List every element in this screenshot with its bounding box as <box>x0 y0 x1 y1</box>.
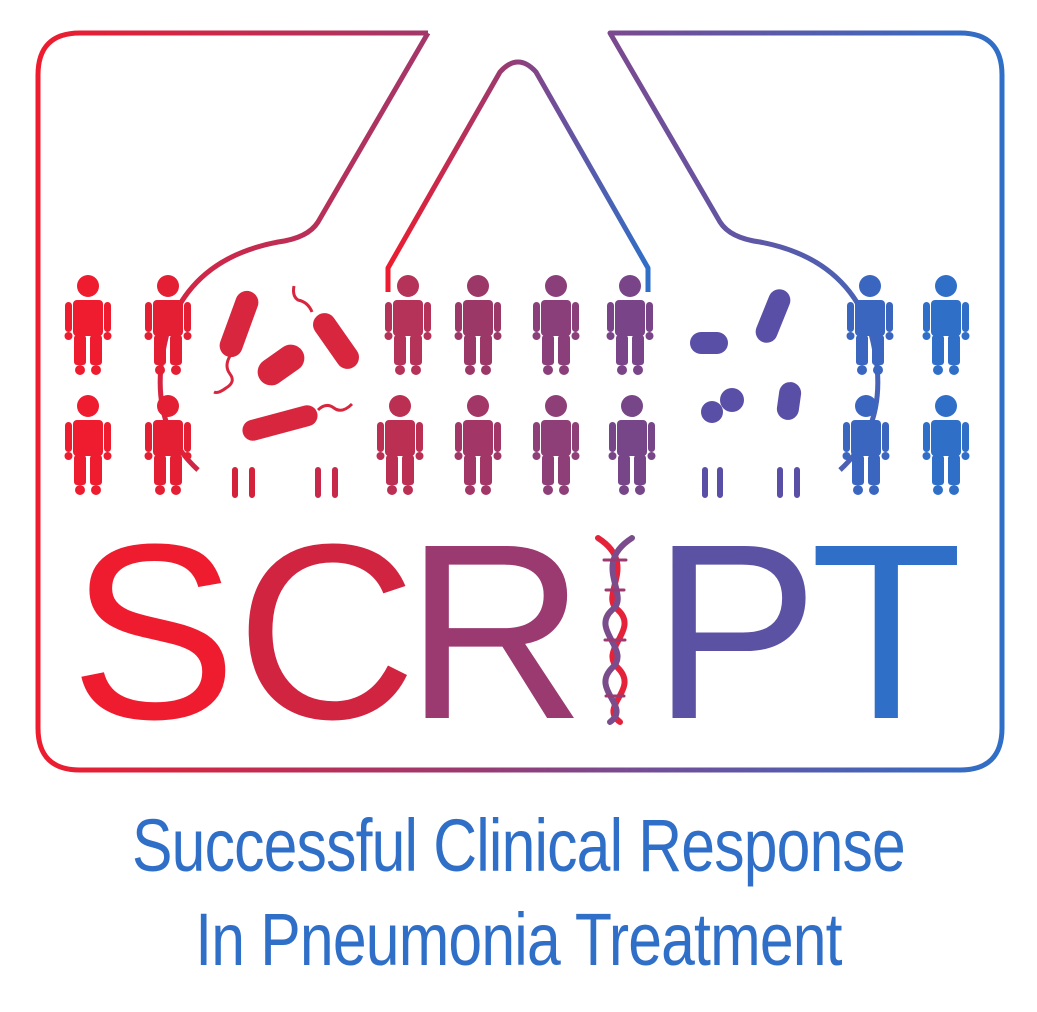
person-icon <box>922 395 970 495</box>
bacteria-icon <box>242 405 318 441</box>
trachea-outline-icon <box>385 59 651 292</box>
letter-p: P <box>652 492 819 771</box>
bacteria-icon <box>313 313 359 369</box>
person-icon <box>842 395 890 495</box>
person-icon <box>144 275 192 375</box>
people-row-top <box>64 275 970 375</box>
person-icon <box>64 275 112 375</box>
person-icon <box>608 395 656 495</box>
people-row-bottom <box>64 395 970 495</box>
bacteria-icon <box>755 289 791 343</box>
person-icon <box>846 275 894 375</box>
bacteria-icon <box>776 382 802 420</box>
tagline-line-1: Successful Clinical Response <box>131 804 906 887</box>
letter-t: T <box>810 492 963 771</box>
person-icon <box>144 395 192 495</box>
bacteria-icon <box>720 388 744 412</box>
bacteria-right <box>690 289 802 423</box>
letter-s: S <box>70 492 237 771</box>
person-icon <box>922 275 970 375</box>
person-icon <box>454 395 502 495</box>
letter-c: C <box>236 492 417 771</box>
person-icon <box>532 395 580 495</box>
bacteria-icon <box>690 332 728 354</box>
bacteria-icon <box>257 344 305 386</box>
bacteria-icon <box>219 290 259 358</box>
bacteria-left <box>213 285 359 441</box>
person-icon <box>64 395 112 495</box>
bacteria-icon <box>701 401 723 423</box>
person-icon <box>376 395 424 495</box>
person-icon <box>532 275 580 375</box>
person-icon <box>454 275 502 375</box>
person-icon <box>384 275 432 375</box>
wordmark: S C R P T <box>70 492 963 771</box>
dna-helix-icon <box>595 535 635 725</box>
tagline-line-2: In Pneumonia Treatment <box>195 898 842 981</box>
letter-r: R <box>405 492 586 771</box>
